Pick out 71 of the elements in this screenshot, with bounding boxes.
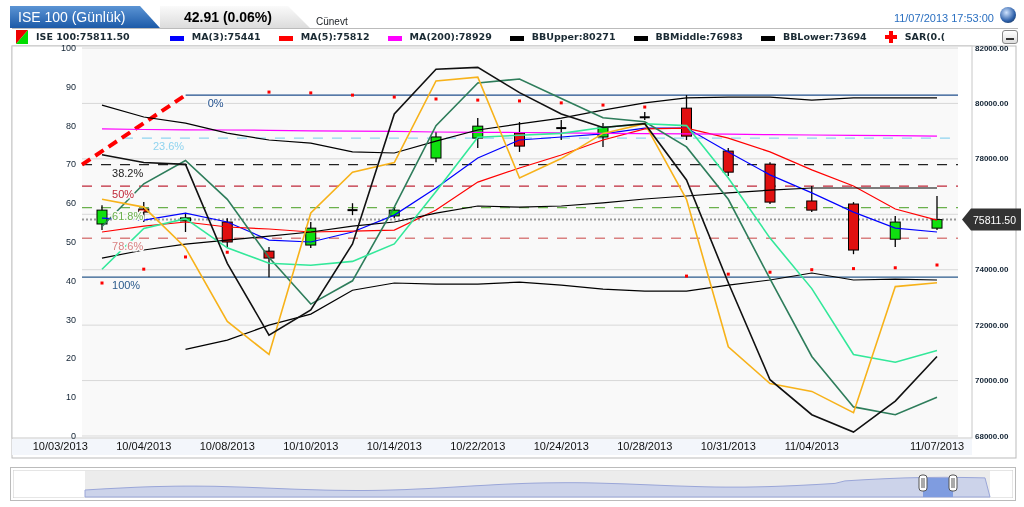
axis-label: 72000.00 xyxy=(975,320,1009,330)
fibonacci-label: 61.8% xyxy=(112,209,144,222)
axis-label: 80000.00 xyxy=(975,98,1009,108)
axis-label: 10/31/2013 xyxy=(700,440,756,452)
axis-label: 11/04/2013 xyxy=(784,440,839,452)
candlestick xyxy=(221,217,233,249)
tab[interactable]: ISE 100 (Günlük) xyxy=(10,6,160,28)
candlestick xyxy=(96,204,108,231)
axis-label: 68000.00 xyxy=(975,431,1009,441)
candlestick xyxy=(388,206,400,219)
candlestick xyxy=(806,185,818,213)
tab[interactable]: 42.91 (0.06%) xyxy=(160,6,310,28)
axis-label: 50 xyxy=(66,237,76,247)
globe-icon[interactable] xyxy=(1000,7,1016,23)
candlestick xyxy=(848,201,859,255)
timestamp: 11/07/2013 17:53:00 xyxy=(893,11,994,26)
axis-label: 90 xyxy=(66,81,76,92)
legend-label: ISE 100:75811.50 xyxy=(36,29,130,44)
candlestick xyxy=(346,202,359,216)
axis-label: 10/04/2013 xyxy=(116,440,172,452)
candlestick xyxy=(722,147,734,177)
candlestick xyxy=(889,215,901,248)
axis-label: 10/22/2013 xyxy=(450,440,506,452)
fibonacci-label: 100% xyxy=(112,279,141,292)
axis-label: 20 xyxy=(66,353,76,364)
fibonacci-label: 23.6% xyxy=(152,140,185,153)
candle-icon xyxy=(16,30,28,44)
candlestick xyxy=(514,121,525,153)
candlestick xyxy=(597,122,609,148)
minimize-button[interactable] xyxy=(1002,30,1018,44)
candlestick xyxy=(263,246,275,278)
candlestick xyxy=(180,212,191,233)
candlestick xyxy=(931,195,943,231)
legend-label: MA(200):78929 xyxy=(409,29,492,44)
axis-label: 10/24/2013 xyxy=(533,440,589,452)
candlestick xyxy=(472,117,484,149)
axis-label: 78000.00 xyxy=(975,154,1009,164)
legend-label: BBUpper:80271 xyxy=(531,29,616,44)
trend-line[interactable] xyxy=(80,93,187,167)
axis-label: 11/07/2013 xyxy=(909,440,965,452)
candlestick xyxy=(305,221,317,249)
axis-label: 70 xyxy=(66,159,76,170)
legend-label: SAR(0.( xyxy=(904,29,946,44)
axis-label: 10/14/2013 xyxy=(366,440,422,452)
axis-label: 0 xyxy=(71,431,76,441)
axis-label: 82000.00 xyxy=(975,45,1009,53)
axis-label: 70000.00 xyxy=(975,376,1009,386)
axis-label: 10/03/2013 xyxy=(32,440,88,452)
axis-label: 80 xyxy=(66,120,76,131)
axis-label: 10 xyxy=(66,392,76,403)
legend-label: MA(5):75812 xyxy=(300,29,370,44)
fibonacci-label: 0% xyxy=(207,97,224,110)
legend-label: BBMiddle:76983 xyxy=(655,29,743,44)
axis-label: 30 xyxy=(66,314,76,325)
axis-label: 60 xyxy=(66,198,76,209)
axis-label: 40 xyxy=(66,275,76,286)
axis-label: 10/28/2013 xyxy=(617,440,673,452)
legend-label: BBLower:73694 xyxy=(782,29,867,44)
fibonacci-label: 50% xyxy=(112,188,135,201)
axis-label: 10/08/2013 xyxy=(199,440,255,452)
candlestick xyxy=(681,94,692,141)
axis-label: 74000.00 xyxy=(975,265,1009,275)
fibonacci-label: 38.2% xyxy=(112,166,144,179)
header-text: Cünevt xyxy=(316,15,348,29)
candlestick xyxy=(764,161,776,205)
legend-label: MA(3):75441 xyxy=(191,29,261,44)
candlestick xyxy=(638,111,651,121)
candlestick xyxy=(555,119,568,141)
axis-label: 100 xyxy=(60,45,76,53)
candlestick xyxy=(430,131,442,163)
axis-label: 10/10/2013 xyxy=(283,440,339,452)
